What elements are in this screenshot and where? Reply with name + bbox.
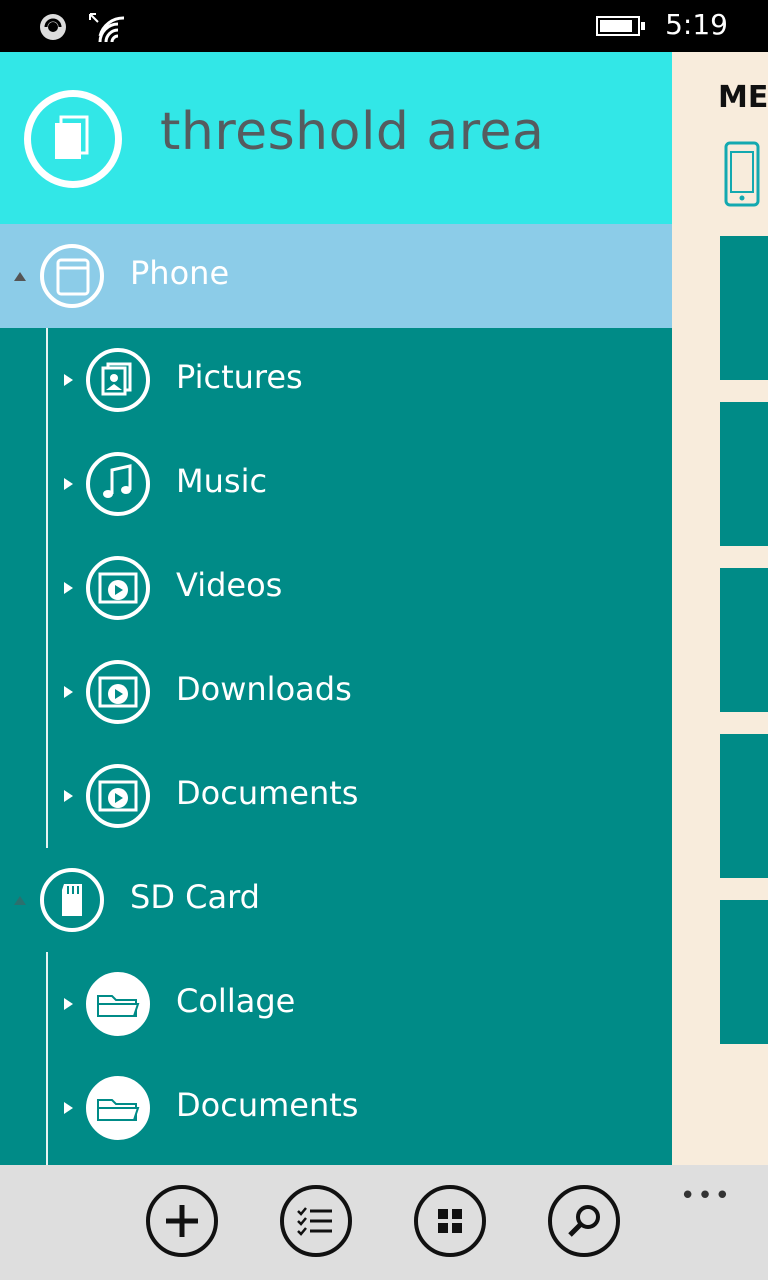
sd-card-icon [40,868,104,932]
tree-item-sd-documents[interactable]: Documents [0,1056,672,1160]
tree-item-label: Collage [176,982,296,1020]
phone-device-icon [722,140,762,214]
content-tile[interactable] [720,402,768,546]
grid-icon [438,1209,462,1233]
navigation-drawer: threshold area Phone Pictures Music Vide… [0,52,672,1165]
tree-item-label: Phone [130,254,230,292]
tree-item-label: Documents [176,1086,359,1124]
collapse-arrow-icon[interactable] [14,896,26,905]
video-play-icon [86,764,150,828]
app-bar: ••• [0,1165,768,1280]
tree-item-phone[interactable]: Phone [0,224,672,328]
checklist-icon [297,1207,332,1236]
tree-item-documents[interactable]: Documents [0,744,672,848]
folder-icon [86,972,150,1036]
tree-item-label: Music [176,462,268,500]
expand-arrow-icon[interactable] [64,790,73,802]
tree-item-pictures[interactable]: Pictures [0,328,672,432]
tree-item-label: Videos [176,566,283,604]
music-note-icon [86,452,150,516]
collapse-arrow-icon[interactable] [14,272,26,281]
grid-view-button[interactable] [414,1185,486,1257]
status-bar: 5:19 [0,0,768,52]
main-content-peek: ME [672,52,768,1165]
tree-item-downloads[interactable]: Downloads [0,640,672,744]
add-icon [166,1205,198,1237]
tree-item-music[interactable]: Music [0,432,672,536]
tree-item-label: SD Card [130,878,260,916]
documents-icon [24,90,122,188]
expand-arrow-icon[interactable] [64,374,73,386]
pictures-icon [86,348,150,412]
tree-item-label: Pictures [176,358,303,396]
tree-item-videos[interactable]: Videos [0,536,672,640]
content-tile[interactable] [720,734,768,878]
content-tile[interactable] [720,900,768,1044]
expand-arrow-icon[interactable] [64,1102,73,1114]
content-tile[interactable] [720,568,768,712]
search-button[interactable] [548,1185,620,1257]
expand-arrow-icon[interactable] [64,478,73,490]
status-time: 5:19 [665,8,728,41]
select-list-button[interactable] [280,1185,352,1257]
video-play-icon [86,556,150,620]
add-button[interactable] [146,1185,218,1257]
tree-item-label: Downloads [176,670,352,708]
content-tile[interactable] [720,236,768,380]
expand-arrow-icon[interactable] [64,582,73,594]
tree-item-label: Documents [176,774,359,812]
video-play-icon [86,660,150,724]
tree-item-collage[interactable]: Collage [0,952,672,1056]
tree-item-sd-card[interactable]: SD Card [0,848,672,952]
folder-icon [86,1076,150,1140]
wifi-signal-icon [86,10,130,48]
content-title: ME [718,80,768,115]
search-icon [568,1205,600,1237]
expand-arrow-icon[interactable] [64,998,73,1010]
expand-arrow-icon[interactable] [64,686,73,698]
drawer-title: threshold area [160,102,545,162]
more-options-button[interactable]: ••• [680,1181,732,1211]
drawer-header: threshold area [0,52,672,224]
nfc-icon [36,10,72,48]
battery-icon [596,16,645,36]
phone-icon [40,244,104,308]
